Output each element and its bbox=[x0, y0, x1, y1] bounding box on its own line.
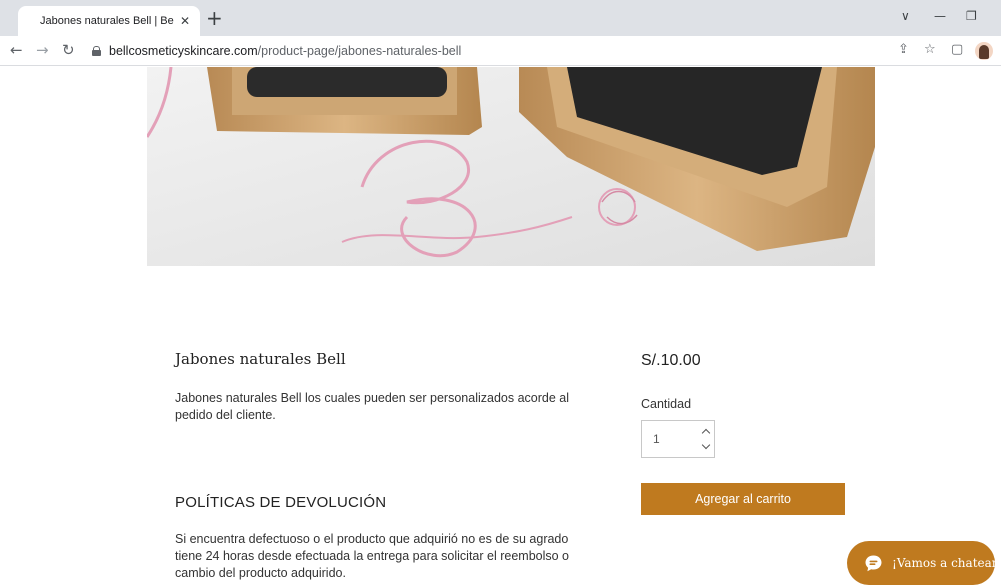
restore-icon[interactable]: ❐ bbox=[966, 9, 977, 23]
add-to-cart-button[interactable]: Agregar al carrito bbox=[641, 483, 845, 515]
url-host: bellcosmeticyskincare.com bbox=[109, 44, 258, 58]
product-title: Jabones naturales Bell bbox=[175, 350, 346, 368]
forward-icon[interactable]: → bbox=[36, 42, 49, 58]
policies-text: Si encuentra defectuoso o el producto qu… bbox=[175, 532, 570, 580]
tab-title: Jabones naturales Bell | Bell Cosr bbox=[40, 15, 174, 27]
url-path: /product-page/jabones-naturales-bell bbox=[257, 44, 462, 58]
back-icon[interactable]: ← bbox=[10, 42, 23, 58]
product-description: Jabones naturales Bell los cuales pueden… bbox=[175, 391, 570, 422]
quantity-stepper[interactable]: 1 bbox=[641, 420, 715, 458]
reload-icon[interactable]: ↻ bbox=[62, 42, 75, 58]
address-bar: ← → ↻ bellcosmeticyskincare.com /product… bbox=[0, 36, 1001, 66]
product-photo bbox=[147, 67, 875, 266]
browser-tab[interactable]: Jabones naturales Bell | Bell Cosr ✕ bbox=[18, 6, 200, 36]
chat-label: ¡Vamos a chatear! bbox=[892, 556, 1001, 570]
profile-avatar[interactable] bbox=[975, 42, 993, 60]
quantity-decrease-icon[interactable] bbox=[701, 442, 711, 452]
chat-bubble-icon bbox=[864, 554, 883, 573]
minimize-icon[interactable]: — bbox=[934, 9, 946, 23]
quantity-increase-icon[interactable] bbox=[701, 427, 711, 437]
quantity-label: Cantidad bbox=[641, 397, 692, 411]
lock-icon bbox=[92, 46, 101, 56]
policies-title: POLÍTICAS DE DEVOLUCIÓN bbox=[175, 494, 387, 511]
new-tab-button[interactable]: + bbox=[206, 8, 223, 28]
quantity-value: 1 bbox=[653, 432, 660, 446]
product-price: S/.10.00 bbox=[641, 352, 701, 369]
bookmark-star-icon[interactable]: ☆ bbox=[924, 42, 936, 57]
url-field[interactable]: bellcosmeticyskincare.com /product-page/… bbox=[88, 39, 868, 63]
chat-button[interactable]: ¡Vamos a chatear! bbox=[847, 541, 1001, 585]
product-image[interactable] bbox=[147, 67, 875, 266]
tab-search-icon[interactable]: ∨ bbox=[901, 9, 910, 23]
side-panel-icon[interactable]: ▢ bbox=[951, 42, 963, 57]
browser-tab-bar: Jabones naturales Bell | Bell Cosr ✕ + ∨… bbox=[0, 0, 1001, 36]
tab-close-icon[interactable]: ✕ bbox=[180, 14, 190, 28]
share-icon[interactable]: ⇪ bbox=[898, 42, 909, 57]
